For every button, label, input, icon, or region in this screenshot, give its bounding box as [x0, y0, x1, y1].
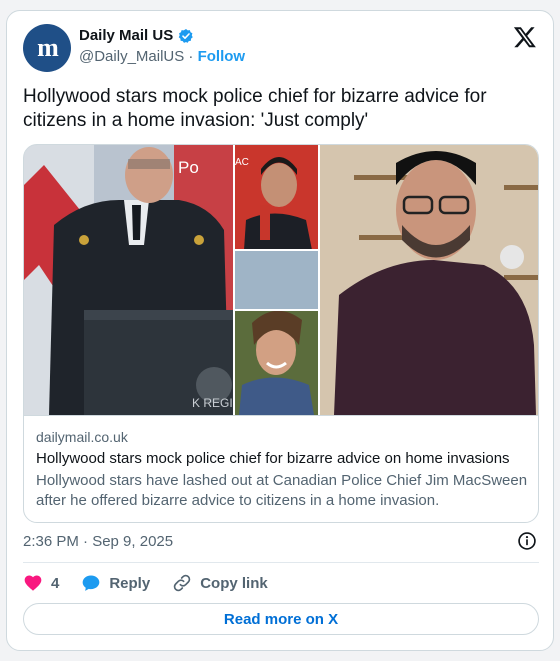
- article-photo-collage: Po K REGI AC: [24, 145, 538, 415]
- copy-link-label: Copy link: [200, 574, 268, 592]
- link-icon: [173, 574, 191, 592]
- reply-icon: [83, 575, 100, 591]
- avatar-letter: m: [37, 33, 59, 62]
- heart-icon: [24, 575, 42, 591]
- reply-label: Reply: [109, 574, 151, 592]
- tweet-text: Hollywood stars mock police chief for bi…: [23, 86, 487, 131]
- link-description: Hollywood stars have lashed out at Canad…: [36, 472, 528, 509]
- tweet-embed-card: m Daily Mail US @Daily_MailUS · Follow H…: [6, 10, 554, 651]
- like-count: 4: [51, 574, 60, 592]
- x-logo-icon[interactable]: [513, 25, 537, 49]
- crest-text: K REGI: [192, 396, 233, 410]
- author-block: Daily Mail US @Daily_MailUS · Follow: [79, 27, 245, 65]
- mic-flag-text: AC: [235, 157, 249, 168]
- reply-button[interactable]: Reply: [81, 573, 150, 593]
- follow-button[interactable]: Follow: [198, 48, 246, 65]
- handle-row: @Daily_MailUS · Follow: [79, 48, 245, 65]
- link-domain: dailymail.co.uk: [36, 429, 128, 445]
- link-title[interactable]: Hollywood stars mock police chief for bi…: [36, 450, 528, 467]
- verified-icon: [178, 28, 193, 43]
- author-name[interactable]: Daily Mail US: [79, 27, 173, 44]
- author-handle[interactable]: @Daily_MailUS: [79, 48, 184, 65]
- handle-separator: ·: [188, 48, 194, 65]
- copy-link-button[interactable]: Copy link: [172, 573, 268, 593]
- read-more-label: Read more on X: [223, 610, 339, 628]
- like-button[interactable]: 4: [23, 573, 59, 593]
- info-icon[interactable]: [517, 531, 537, 551]
- read-more-button[interactable]: Read more on X: [23, 603, 539, 635]
- tweet-timestamp[interactable]: 2:36 PM · Sep 9, 2025: [23, 533, 173, 550]
- link-preview-card[interactable]: Po K REGI AC dailymail.co.uk Hollywood s…: [23, 144, 539, 523]
- action-bar: 4 Reply Copy link: [23, 571, 290, 595]
- avatar[interactable]: m: [23, 24, 71, 72]
- link-info: dailymail.co.uk Hollywood stars mock pol…: [24, 415, 538, 522]
- divider: [23, 562, 539, 563]
- police-sign-text: Po: [178, 158, 199, 177]
